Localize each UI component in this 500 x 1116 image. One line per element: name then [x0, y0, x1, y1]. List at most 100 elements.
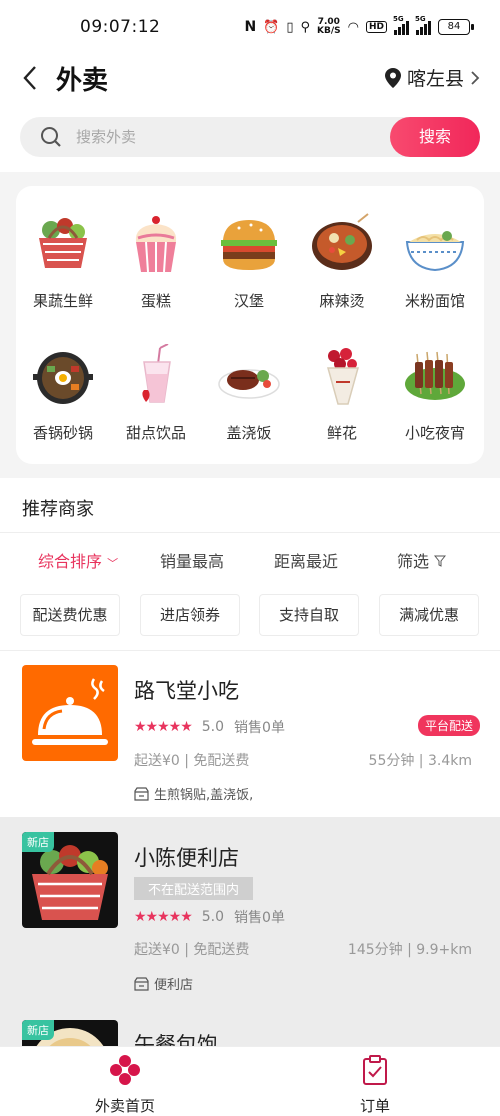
store-fee: 起送¥0 | 免配送费	[134, 942, 250, 958]
steak-plate-icon	[218, 369, 280, 399]
filter-label: 筛选	[397, 552, 430, 571]
store-category: 生煎锅贴,盖浇饭,	[134, 784, 253, 803]
category-item-malatang[interactable]: 麻辣烫	[297, 212, 387, 311]
filter-funnel-icon	[434, 555, 447, 567]
burger-icon	[221, 220, 277, 270]
category-section: 果蔬生鲜 蛋糕 汉堡 麻辣烫 米粉面馆 香锅砂锅 甜点饮品 盖浇饭 鲜花 小吃夜…	[0, 172, 500, 478]
filter-pickup[interactable]: 支持自取	[259, 594, 359, 636]
milkshake-icon	[142, 343, 171, 403]
category-label: 鲜花	[326, 424, 357, 442]
category-item-cake[interactable]: 蛋糕	[111, 212, 201, 311]
sales-count: 销售0单	[234, 720, 285, 736]
store-eta: 55分钟 | 3.4km	[368, 753, 472, 769]
sales-count: 销售0单	[234, 910, 285, 926]
chevron-down-icon: ﹀	[107, 557, 119, 570]
store-card[interactable]: 新店 小陈便利店 不在配送范围内 ★★★★★ 5.0 销售0单 起送¥0 | 免…	[0, 817, 500, 1007]
rating-value: 5.0	[201, 909, 225, 925]
delivery-badge: 平台配送	[417, 715, 480, 736]
category-item-drinks[interactable]: 甜点饮品	[111, 343, 201, 443]
store-logo	[22, 665, 118, 761]
store-category-text: 便利店	[154, 978, 194, 993]
battery-icon: 84	[438, 19, 474, 35]
wifi-icon: ◠	[347, 19, 359, 35]
net-type: 5G	[393, 15, 404, 23]
recommend-title: 推荐商家	[22, 499, 94, 520]
signal-icon: 5G	[393, 15, 409, 35]
status-time: 09:07:12	[80, 17, 161, 37]
bibimbap-pot-icon	[33, 352, 93, 404]
category-label: 汉堡	[233, 292, 264, 310]
search-icon	[41, 127, 61, 147]
category-item-potpot[interactable]: 香锅砂锅	[18, 344, 108, 443]
filter-delivery-discount[interactable]: 配送费优惠	[20, 594, 120, 636]
search-button[interactable]: 搜索	[390, 117, 480, 157]
category-label: 香锅砂锅	[32, 424, 93, 442]
store-category: 便利店	[134, 974, 193, 993]
out-of-range-notice: 不在配送范围内	[134, 877, 254, 900]
category-label: 甜点饮品	[125, 424, 186, 442]
cupcake-icon	[135, 216, 177, 273]
food-cloche-icon	[32, 678, 108, 745]
sort-label: 综合排序	[38, 552, 103, 571]
nav-takeout-home[interactable]: 外卖首页	[65, 1055, 185, 1116]
rating-stars-icon: ★★★★★	[134, 719, 193, 735]
network-speed: 7.00 KB/S	[317, 18, 341, 36]
filter-coupon[interactable]: 进店领券	[140, 594, 240, 636]
filter-button[interactable]: 筛选	[397, 548, 447, 572]
store-card[interactable]: 新店 午餐包饱	[0, 1007, 500, 1046]
location-pin-icon: ⚲	[300, 19, 311, 35]
store-logo: 新店	[22, 832, 118, 928]
hotpot-icon	[312, 213, 372, 270]
category-item-fruits[interactable]: 果蔬生鲜	[18, 212, 108, 311]
category-grid: 果蔬生鲜 蛋糕 汉堡 麻辣烫 米粉面馆 香锅砂锅 甜点饮品 盖浇饭 鲜花 小吃夜…	[16, 186, 484, 464]
shop-icon	[134, 976, 149, 991]
store-fee: 起送¥0 | 免配送费	[134, 753, 250, 769]
vibrate-icon: ▯	[286, 19, 294, 35]
store-name: 小陈便利店	[134, 846, 239, 870]
store-category-text: 生煎锅贴,盖浇饭,	[154, 788, 254, 803]
category-item-snacks[interactable]: 小吃夜宵	[390, 344, 480, 443]
rating-value: 5.0	[201, 719, 225, 735]
new-store-badge: 新店	[22, 1020, 54, 1040]
alarm-icon: ⏰	[263, 19, 280, 35]
shop-icon	[134, 786, 149, 801]
status-bar: 09:07:12 N ⏰ ▯ ⚲ 7.00 KB/S ◠ HD 5G 5G 84	[0, 0, 500, 56]
category-label: 米粉面馆	[404, 292, 465, 310]
net-type-2: 5G	[415, 15, 426, 23]
nav-orders[interactable]: 订单	[315, 1055, 435, 1116]
store-eta: 145分钟 | 9.9+km	[347, 942, 472, 958]
nav-label: 订单	[359, 1097, 390, 1115]
sort-comprehensive[interactable]: 综合排序 ﹀	[38, 548, 118, 572]
skewers-icon	[405, 351, 465, 400]
back-arrow-icon[interactable]	[20, 64, 42, 92]
category-item-noodles[interactable]: 米粉面馆	[390, 212, 480, 311]
store-name: 路飞堂小吃	[134, 679, 239, 703]
rating-stars-icon: ★★★★★	[134, 909, 193, 925]
filter-full-reduction[interactable]: 满减优惠	[379, 594, 479, 636]
bottom-nav: 外卖首页 订单	[0, 1046, 500, 1116]
noodle-bowl-icon	[405, 231, 465, 272]
divider	[0, 532, 500, 533]
nfc-icon: N	[244, 19, 257, 35]
chevron-right-icon	[471, 70, 480, 85]
category-item-burger[interactable]: 汉堡	[204, 212, 294, 311]
header: 外卖 喀左县	[0, 56, 500, 100]
flower-bouquet-icon	[327, 348, 359, 405]
sort-distance[interactable]: 距离最近	[274, 548, 338, 572]
order-clipboard-icon	[363, 1055, 387, 1085]
sort-sales[interactable]: 销量最高	[160, 548, 224, 572]
store-rating: ★★★★★ 5.0 销售0单	[134, 717, 285, 737]
category-label: 果蔬生鲜	[32, 292, 93, 310]
category-item-rice[interactable]: 盖浇饭	[204, 344, 294, 443]
category-item-flowers[interactable]: 鲜花	[297, 344, 387, 443]
search-input[interactable]	[76, 117, 376, 157]
status-icons: N ⏰ ▯ ⚲ 7.00 KB/S ◠ HD 5G 5G 84	[244, 15, 474, 36]
category-label: 麻辣烫	[319, 292, 365, 310]
hd-icon: HD	[365, 21, 387, 33]
store-rating: ★★★★★ 5.0 销售0单	[134, 907, 285, 927]
location-selector[interactable]: 喀左县	[384, 64, 480, 91]
takeout-home-icon	[110, 1055, 140, 1085]
store-card[interactable]: 路飞堂小吃 ★★★★★ 5.0 销售0单 平台配送 起送¥0 | 免配送费 55…	[0, 651, 500, 817]
speed-unit: KB/S	[317, 26, 341, 36]
category-label: 盖浇饭	[226, 424, 272, 442]
